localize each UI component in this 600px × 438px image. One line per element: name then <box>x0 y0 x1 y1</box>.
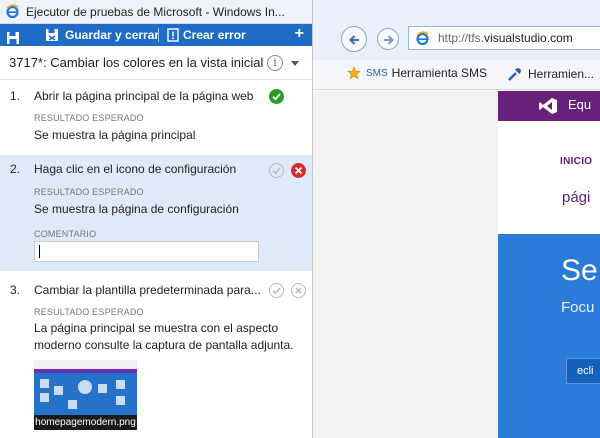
browser-chrome: http://tfs. visualstudio.com <box>313 0 600 60</box>
expected-result-text: Se muestra la página de configuración <box>34 202 239 216</box>
address-bar[interactable]: http://tfs. visualstudio.com <box>408 26 600 50</box>
pass-check-icon[interactable] <box>269 89 284 104</box>
test-case-header: 3717*: Cambiar los colores en la vista i… <box>0 46 312 80</box>
sms-badge: SMS <box>366 67 388 79</box>
title-bar: Ejecutor de pruebas de Microsoft - Windo… <box>0 0 312 24</box>
chevron-down-icon[interactable] <box>291 61 299 66</box>
expected-result-text: La página principal se muestra con el as… <box>34 320 294 354</box>
thumbnail-tile <box>68 400 77 409</box>
test-case-title: 3717*: Cambiar los colores en la vista i… <box>9 55 264 70</box>
alert-document-icon <box>167 28 179 42</box>
test-runner-pane: Ejecutor de pruebas de Microsoft - Windo… <box>0 0 313 438</box>
thumbnail-nav <box>34 369 137 373</box>
floppy-disk-icon <box>7 32 19 44</box>
forward-button[interactable] <box>377 28 399 50</box>
hero-title: Se <box>561 254 598 287</box>
nav-home-link[interactable]: INICIO <box>560 156 592 167</box>
expected-result-text: Se muestra la página principal <box>34 128 196 142</box>
comment-input[interactable] <box>34 241 259 262</box>
test-step-1[interactable]: 1. Abrir la página principal de la págin… <box>0 89 312 153</box>
thumbnail-tile <box>98 384 107 393</box>
expected-result-label: RESULTADO ESPERADO <box>34 187 144 197</box>
content-area <box>498 121 600 234</box>
favorites-bar: SMS Herramienta SMS Herramien... <box>313 60 600 90</box>
pass-toggle-icon[interactable] <box>269 163 284 178</box>
create-bug-label: Crear error <box>183 28 246 42</box>
save-close-icon <box>46 29 58 41</box>
comment-label: COMENTARIO <box>34 229 97 239</box>
tool-icon <box>508 68 521 81</box>
info-icon[interactable]: i <box>267 55 283 71</box>
arrow-right-icon <box>384 35 394 45</box>
web-page: Equ INICIO pági Se Focu ecli <box>313 91 600 438</box>
step-action: Abrir la página principal de la página w… <box>34 89 254 103</box>
expected-line-1: La página principal se muestra con el as… <box>34 321 279 335</box>
step-number: 2. <box>10 162 21 176</box>
runner-toolbar: Guardar y cerrar Crear error + <box>0 24 312 46</box>
fail-x-icon[interactable] <box>291 163 306 178</box>
step-number: 3. <box>10 283 21 297</box>
browser-window: http://tfs. visualstudio.com SMS Herramie… <box>313 0 600 438</box>
section-heading: pági <box>562 189 591 206</box>
arrow-left-icon <box>348 35 359 45</box>
url-prefix: http://tfs. <box>438 31 485 45</box>
thumbnail-tile <box>116 396 125 405</box>
expected-result-label: RESULTADO ESPERADO <box>34 307 144 317</box>
page-gutter <box>313 91 498 438</box>
favorite-label: Herramienta SMS <box>391 66 488 80</box>
url-host: visualstudio.com <box>484 31 573 45</box>
test-step-2[interactable]: 2. Haga clic en el icono de configuració… <box>0 155 312 271</box>
toolbar-separator <box>158 28 159 42</box>
thumbnail-tile <box>40 393 49 402</box>
step-action: Cambiar la plantilla predeterminada para… <box>34 283 261 297</box>
test-step-3[interactable]: 3. Cambiar la plantilla predeterminada p… <box>0 283 312 438</box>
window-title: Ejecutor de pruebas de Microsoft - Windo… <box>26 4 285 19</box>
attachment-filename: homepagemodern.png <box>34 415 137 430</box>
save-and-close-label: Guardar y cerrar <box>65 28 160 42</box>
favorite-label: Herramien... <box>528 67 595 81</box>
site-header: Equ <box>498 91 600 121</box>
internet-explorer-icon <box>6 4 19 19</box>
expected-result-label: RESULTADO ESPERADO <box>34 113 144 123</box>
favorite-sms-tool[interactable]: SMS Herramienta SMS <box>347 66 487 80</box>
step-number: 1. <box>10 89 21 103</box>
back-button[interactable] <box>341 26 367 52</box>
visual-studio-logo-icon <box>539 98 557 114</box>
hero-cta-button[interactable]: ecli <box>566 358 600 384</box>
favorite-tool[interactable]: Herramien... <box>507 66 594 82</box>
fail-toggle-icon[interactable] <box>291 283 306 298</box>
text-cursor <box>39 245 40 258</box>
create-bug-button[interactable]: Crear error <box>167 24 246 46</box>
save-and-close-button[interactable]: Guardar y cerrar <box>45 24 159 46</box>
thumbnail-tile <box>116 380 125 389</box>
star-icon <box>347 66 361 80</box>
internet-explorer-icon <box>416 30 429 45</box>
attachment-thumbnail[interactable]: homepagemodern.png <box>34 360 137 430</box>
expected-line-2: moderno consulte la captura de pantalla … <box>34 338 294 352</box>
thumbnail-tile <box>54 386 63 395</box>
site-brand: Equ <box>568 97 592 112</box>
pass-toggle-icon[interactable] <box>269 283 284 298</box>
add-button[interactable]: + <box>295 25 304 43</box>
thumbnail-tile <box>78 380 92 394</box>
thumbnail-header <box>34 360 137 369</box>
thumbnail-tile <box>40 379 49 388</box>
hero-subtitle: Focu <box>561 299 595 316</box>
step-action: Haga clic en el icono de configuración <box>34 162 237 176</box>
